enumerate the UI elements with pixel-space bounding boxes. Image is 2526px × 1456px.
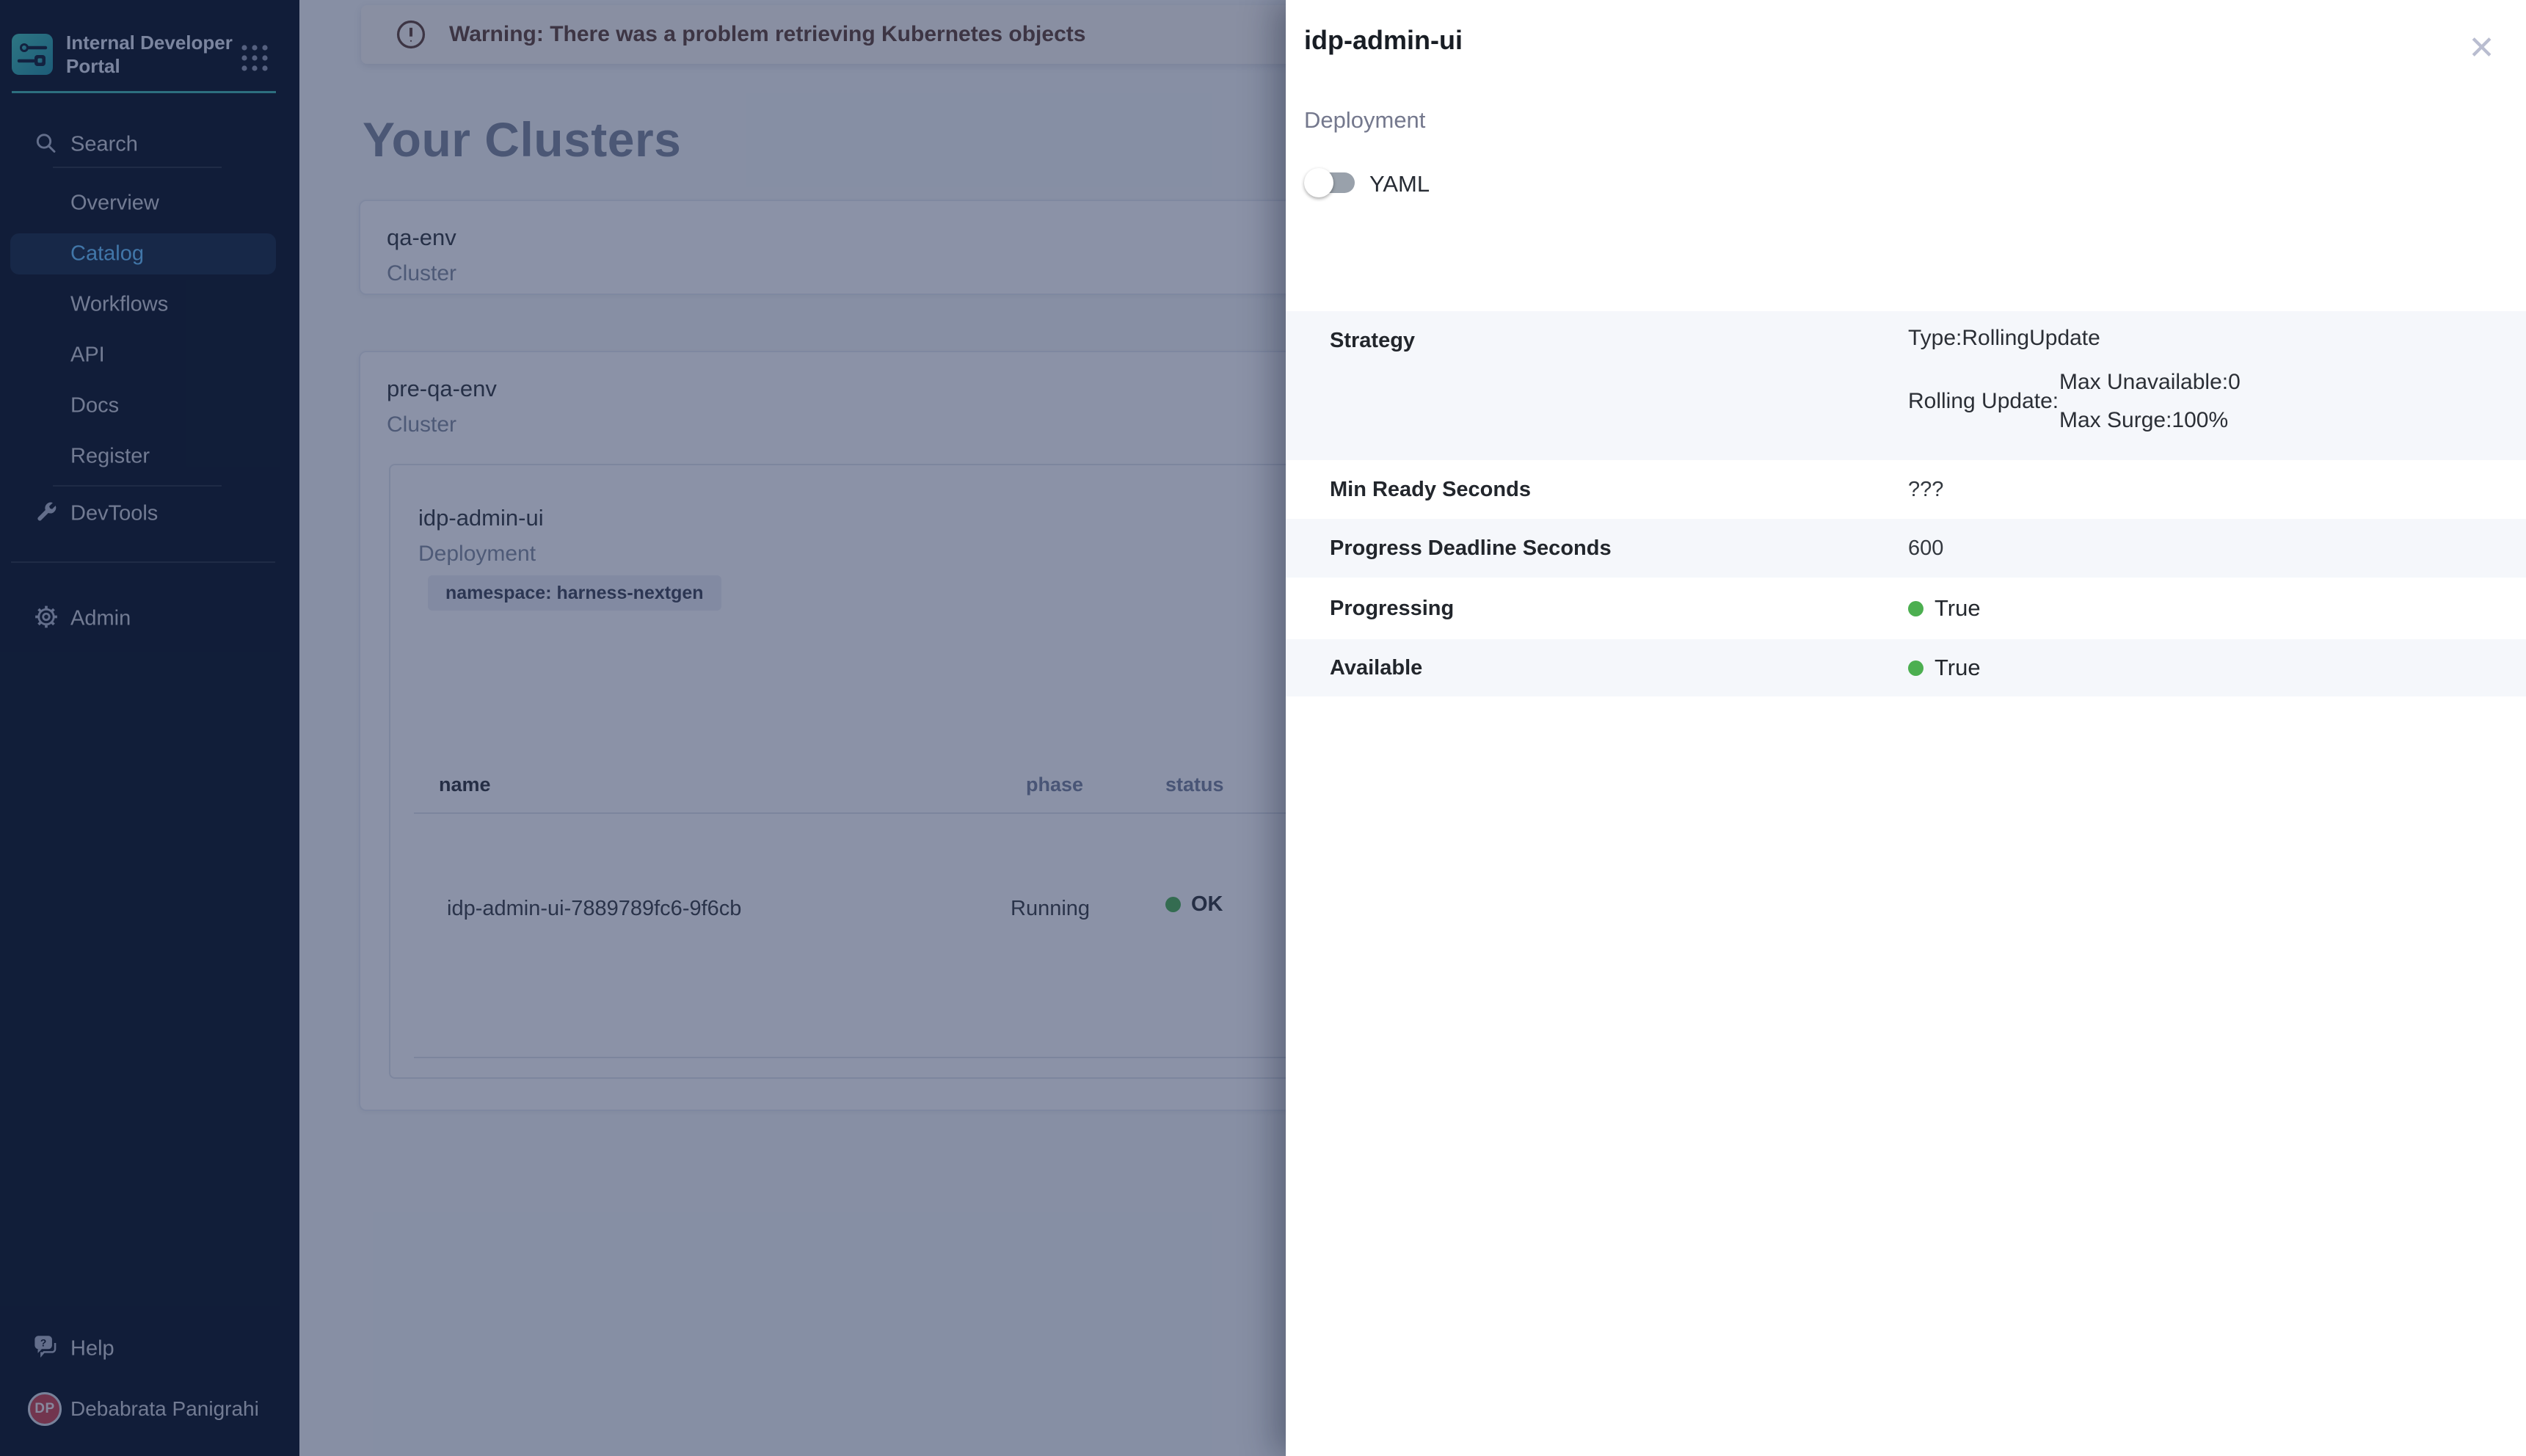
details-drawer: idp-admin-ui ✕ Deployment YAML Strategy … — [1286, 0, 2526, 1456]
row-label: Progress Deadline Seconds — [1330, 536, 1908, 561]
close-icon[interactable]: ✕ — [2468, 32, 2495, 65]
drawer-title: idp-admin-ui — [1304, 25, 1463, 56]
yaml-toggle[interactable] — [1304, 167, 1355, 198]
modal-scrim[interactable] — [0, 0, 1286, 1456]
strategy-type: Type:RollingUpdate — [1908, 326, 2241, 351]
row-value: True — [1934, 595, 1981, 622]
rolling-update-label: Rolling Update: — [1908, 389, 2059, 414]
yaml-toggle-label: YAML — [1369, 171, 1430, 197]
row-value: 600 — [1908, 536, 1943, 561]
min-ready-seconds-row: Min Ready Seconds ??? — [1286, 460, 2526, 519]
progress-deadline-seconds-row: Progress Deadline Seconds 600 — [1286, 519, 2526, 578]
progressing-row: Progressing True — [1286, 578, 2526, 639]
row-label: Min Ready Seconds — [1330, 478, 1908, 502]
yaml-toggle-knob — [1304, 168, 1333, 197]
row-label: Progressing — [1330, 597, 1908, 621]
available-row: Available True — [1286, 639, 2526, 696]
strategy-label: Strategy — [1330, 326, 1908, 353]
max-unavailable-value: Max Unavailable:0 — [2059, 370, 2241, 395]
max-surge-value: Max Surge:100% — [2059, 408, 2241, 433]
deployment-detail-rows: Strategy Type:RollingUpdate Rolling Upda… — [1286, 311, 2526, 696]
drawer-subtitle: Deployment — [1304, 107, 1425, 134]
row-value: ??? — [1908, 478, 1943, 502]
available-status-dot — [1908, 660, 1923, 676]
progressing-status-dot — [1908, 601, 1923, 616]
row-label: Available — [1330, 656, 1908, 680]
strategy-row: Strategy Type:RollingUpdate Rolling Upda… — [1286, 311, 2526, 460]
row-value: True — [1934, 655, 1981, 681]
